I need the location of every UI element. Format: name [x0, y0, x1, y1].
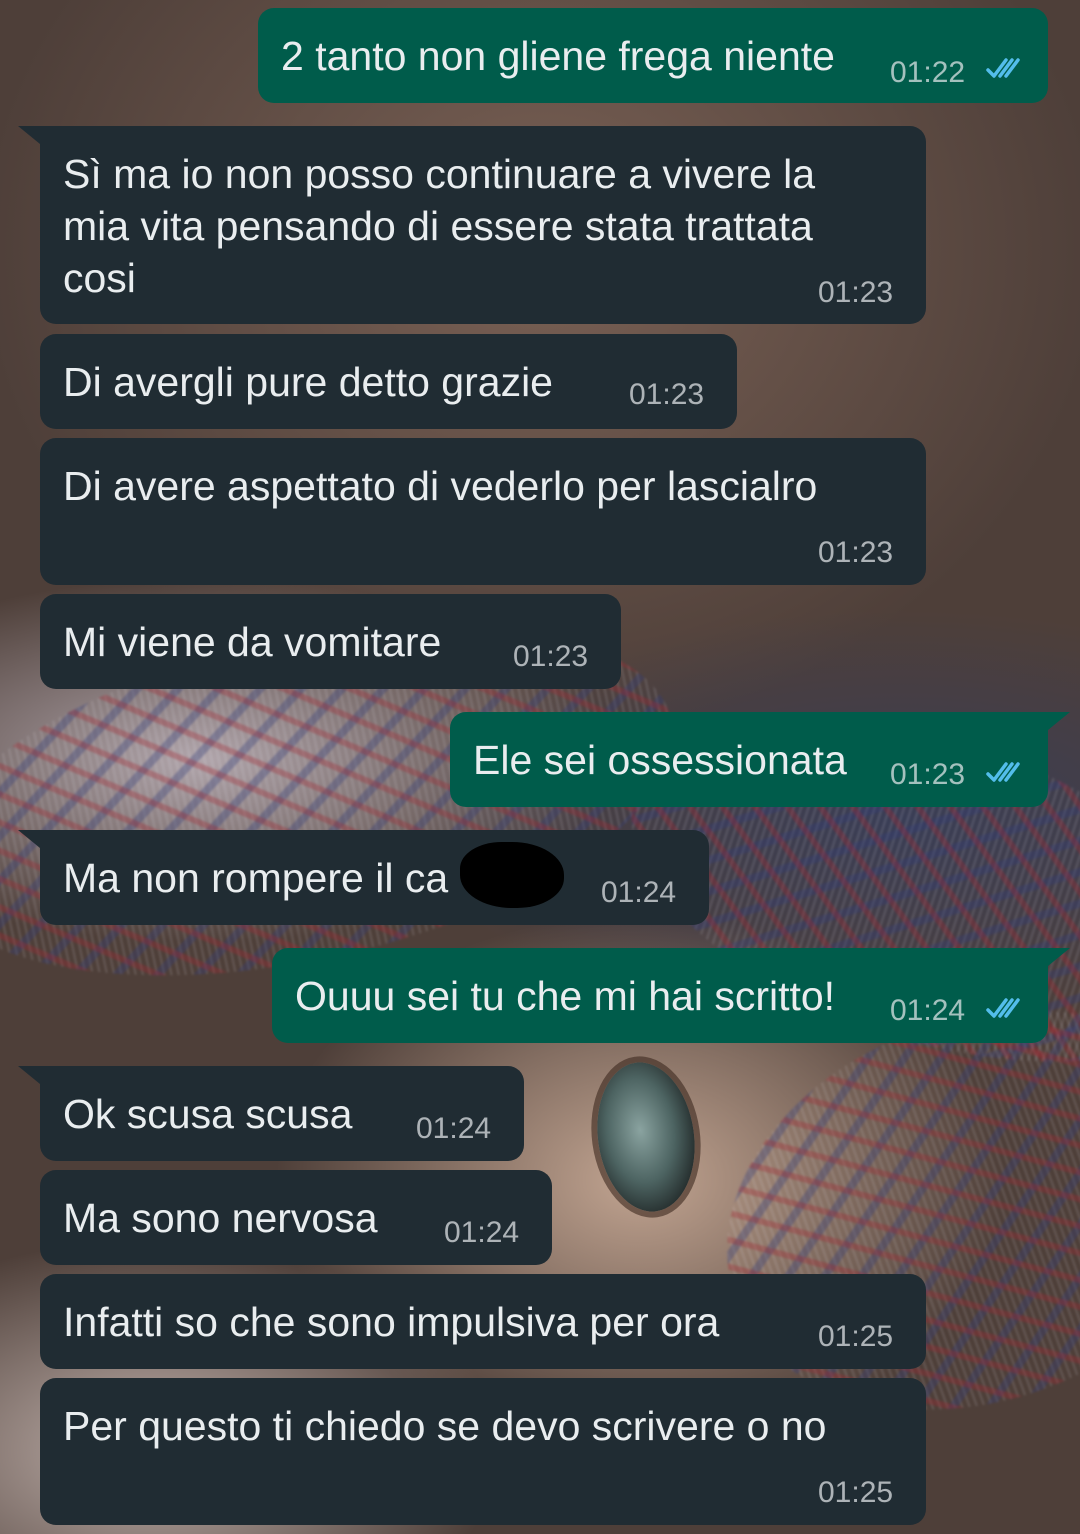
bubble-tail: [18, 1066, 40, 1084]
message-time: 01:24: [890, 994, 966, 1027]
message-time: 01:24: [416, 1112, 492, 1145]
message-time: 01:25: [818, 1320, 894, 1353]
bubble-tail: [1048, 712, 1070, 730]
message-time: 01:24: [444, 1216, 520, 1249]
bubble-tail: [1048, 948, 1070, 966]
message-time: 01:23: [818, 276, 894, 309]
message-bubble-incoming[interactable]: Sì ma io non posso continuare a vivere l…: [40, 126, 926, 324]
message-time: 01:23: [890, 758, 966, 791]
message-bubble-incoming[interactable]: Ok scusa scusa 01:24: [40, 1066, 524, 1161]
message-bubble-incoming[interactable]: Infatti so che sono impulsiva per ora 01…: [40, 1274, 926, 1369]
message-text: Di avergli pure detto grazie: [63, 359, 553, 405]
message-time: 01:23: [629, 378, 705, 411]
message-text: Di avere aspettato di vederlo per lascia…: [63, 463, 818, 509]
double-check-icon: [986, 58, 1020, 78]
message-list[interactable]: 2 tanto non gliene frega niente 01:22 Sì…: [0, 0, 1080, 1534]
message-bubble-incoming[interactable]: Ma sono nervosa 01:24: [40, 1170, 552, 1265]
message-bubble-incoming[interactable]: Mi viene da vomitare 01:23: [40, 594, 621, 689]
message-bubble-incoming[interactable]: Di avergli pure detto grazie 01:23: [40, 334, 737, 429]
message-time: 01:22: [890, 56, 966, 89]
message-time: 01:23: [818, 536, 894, 569]
message-bubble-incoming[interactable]: Di avere aspettato di vederlo per lascia…: [40, 438, 926, 585]
double-check-icon: [986, 998, 1020, 1018]
message-bubble-incoming[interactable]: Ma non rompere il ca 01:24: [40, 830, 709, 925]
message-text: Ok scusa scusa: [63, 1091, 353, 1137]
message-text: Infatti so che sono impulsiva per ora: [63, 1299, 720, 1345]
message-time: 01:25: [818, 1476, 894, 1509]
message-text: Ma non rompere il ca: [63, 855, 449, 901]
message-text: Mi viene da vomitare: [63, 619, 442, 665]
message-bubble-outgoing[interactable]: Ele sei ossessionata 01:23: [450, 712, 1048, 807]
message-time: 01:24: [601, 876, 677, 909]
message-text: Ouuu sei tu che mi hai scritto!: [295, 973, 836, 1019]
message-text: Ele sei ossessionata: [473, 737, 847, 783]
double-check-icon: [986, 762, 1020, 782]
message-text: Per questo ti chiedo se devo scrivere o …: [63, 1403, 827, 1449]
message-bubble-outgoing[interactable]: 2 tanto non gliene frega niente 01:22: [258, 8, 1048, 103]
message-text: Ma sono nervosa: [63, 1195, 378, 1241]
message-bubble-incoming[interactable]: Per questo ti chiedo se devo scrivere o …: [40, 1378, 926, 1525]
message-text: 2 tanto non gliene frega niente: [281, 33, 835, 79]
message-bubble-outgoing[interactable]: Ouuu sei tu che mi hai scritto! 01:24: [272, 948, 1048, 1043]
bubble-tail: [18, 830, 40, 848]
message-text: Sì ma io non posso continuare a vivere l…: [63, 151, 816, 301]
message-time: 01:23: [513, 640, 589, 673]
redaction-scribble: [460, 842, 564, 908]
bubble-tail: [18, 126, 40, 144]
